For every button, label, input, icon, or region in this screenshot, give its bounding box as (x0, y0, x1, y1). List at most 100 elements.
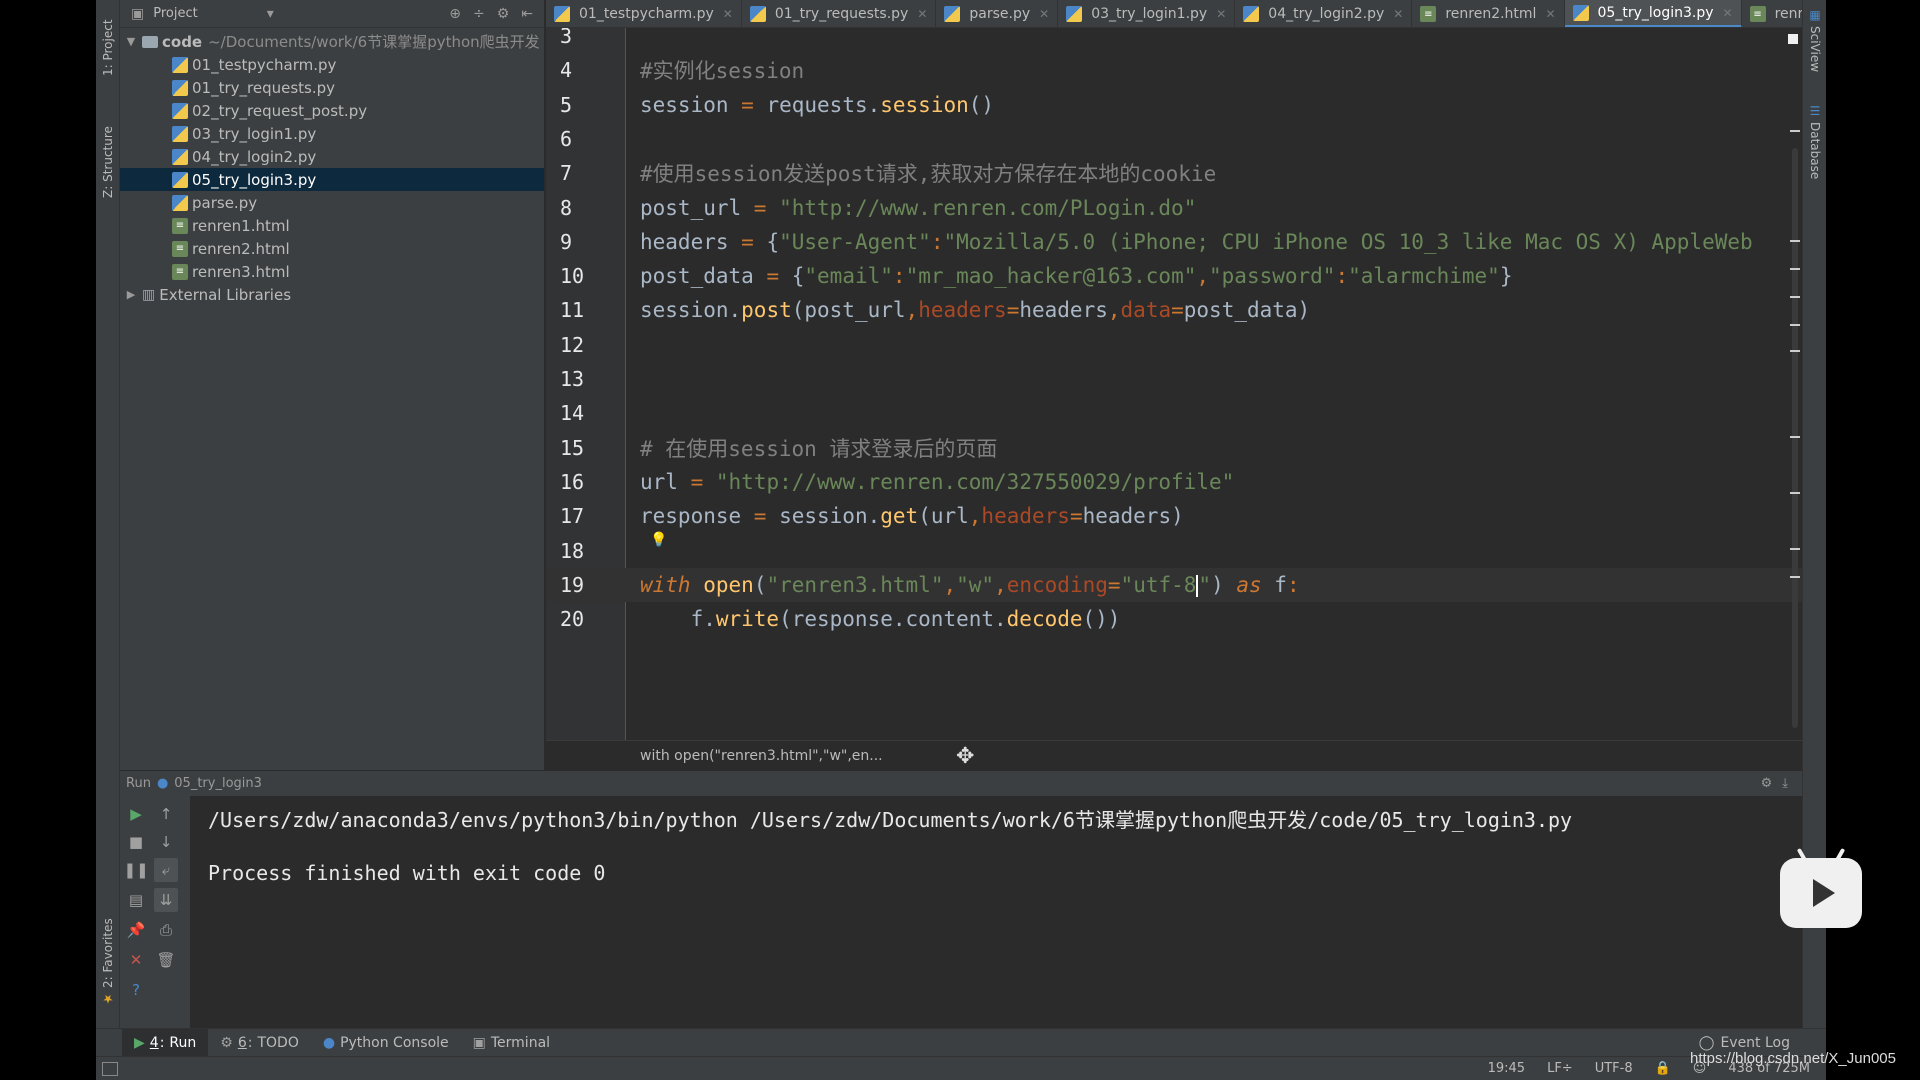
tree-external-libraries[interactable]: ▶ ▥ External Libraries (120, 283, 544, 306)
code-line[interactable]: 12 (546, 328, 1802, 362)
editor-tab[interactable]: 01_testpycharm.py ✕ (546, 0, 742, 27)
hide-icon[interactable]: ⇤ (518, 6, 536, 22)
tree-file-item[interactable]: ≡ renren1.html (120, 214, 544, 237)
bottom-tab-todo[interactable]: ⚙ 6: TODO (208, 1029, 311, 1057)
code-line[interactable]: 19 with open("renren3.html","w",encoding=… (546, 567, 1802, 602)
close-icon[interactable]: ✕ (1039, 7, 1049, 21)
code-line[interactable]: 16 url = "http://www.renren.com/327550029… (546, 465, 1802, 499)
tree-file-item[interactable]: 03_try_login1.py (120, 122, 544, 145)
sciview-tool-tab[interactable]: ▦ SciView (1805, 8, 1825, 88)
code-line[interactable]: 6 (546, 122, 1802, 156)
code-line[interactable]: 8 post_url = "http://www.renren.com/PLogi… (546, 191, 1802, 225)
help-icon[interactable]: ? (124, 978, 148, 1002)
editor-tab[interactable]: 05_try_login3.py ✕ (1564, 0, 1742, 27)
stripe-mark[interactable] (1790, 324, 1800, 326)
stripe-mark[interactable] (1790, 492, 1800, 494)
stripe-mark[interactable] (1790, 350, 1800, 352)
project-tool-tab[interactable]: 1: Project (98, 8, 118, 88)
close-icon[interactable]: ✕ (124, 948, 148, 972)
tree-file-item[interactable]: 01_testpycharm.py (120, 53, 544, 76)
editor-tab[interactable]: ≡renren3.html✕ (1742, 0, 1802, 27)
close-icon[interactable]: ✕ (1723, 6, 1733, 20)
soft-wrap-icon[interactable]: ⤶ (154, 858, 178, 882)
stripe-mark[interactable] (1790, 130, 1800, 132)
line-separator[interactable]: LF÷ (1547, 1061, 1573, 1076)
close-icon[interactable]: ✕ (1216, 7, 1226, 21)
gear-icon[interactable]: ⚙ (1761, 776, 1773, 791)
bottom-tab-run[interactable]: ▶ 4: Run (122, 1028, 209, 1057)
pin-icon[interactable]: 📌 (124, 918, 148, 942)
editor-tab[interactable]: 03_try_login1.py ✕ (1058, 0, 1236, 27)
collapse-icon[interactable]: ÷ (470, 6, 488, 22)
code-line[interactable]: 3 (546, 28, 1802, 53)
tree-file-item[interactable]: ≡ renren2.html (120, 237, 544, 260)
editor-tab[interactable]: parse.py ✕ (936, 0, 1059, 27)
tree-file-item[interactable]: 02_try_request_post.py (120, 99, 544, 122)
favorites-tool-tab[interactable]: ★ 2: Favorites (98, 910, 118, 1014)
tool-windows-toggle-icon[interactable] (102, 1061, 118, 1076)
code-line[interactable]: 18 (546, 534, 1802, 568)
tree-file-item[interactable]: 05_try_login3.py (120, 168, 544, 191)
stripe-mark[interactable] (1790, 268, 1800, 270)
stripe-mark[interactable] (1790, 548, 1800, 550)
hide-panel-icon[interactable]: ⤓ (1782, 776, 1788, 791)
code-line[interactable]: 11 session.post(post_url,headers=headers,… (546, 293, 1802, 327)
editor-tab[interactable]: ≡ renren2.html ✕ (1412, 0, 1565, 27)
code-line[interactable]: 7 #使用session发送post请求,获取对方保存在本地的cookie (546, 156, 1802, 190)
code-line[interactable]: 5 session = requests.session() (546, 88, 1802, 122)
trash-icon[interactable]: 🗑 (154, 948, 178, 972)
code-line[interactable]: 17 response = session.get(url,headers=hea… (546, 499, 1802, 533)
expand-arrow-icon[interactable]: ▼ (124, 35, 138, 48)
editor-breadcrumb[interactable]: with open("renren3.html","w",en... ✥ (546, 740, 1802, 770)
tree-file-item[interactable]: 01_try_requests.py (120, 76, 544, 99)
file-encoding[interactable]: UTF-8 (1595, 1061, 1633, 1076)
caret-position[interactable]: 19:45 (1488, 1061, 1525, 1076)
bottom-tab-terminal[interactable]: ▣ Terminal (461, 1029, 562, 1057)
inspection-status-icon[interactable] (1788, 34, 1798, 44)
code-line[interactable]: 20 f.write(response.content.decode()) (546, 602, 1802, 636)
layout-icon[interactable]: ▤ (124, 888, 148, 912)
code-line[interactable]: 10 post_data = {"email":"mr_mao_hacker@16… (546, 259, 1802, 293)
stop-icon[interactable]: ■ (124, 830, 148, 854)
gear-icon[interactable]: ⚙ (494, 6, 513, 22)
tree-file-item[interactable]: parse.py (120, 191, 544, 214)
breadcrumb-text[interactable]: with open("renren3.html","w",en... (640, 748, 883, 764)
lock-icon[interactable]: 🔒 (1655, 1061, 1671, 1076)
stripe-mark[interactable] (1790, 240, 1800, 242)
rerun-icon[interactable]: ▶ (124, 802, 148, 826)
pause-icon[interactable]: ❚❚ (123, 858, 148, 882)
stripe-mark[interactable] (1790, 296, 1800, 298)
code-line[interactable]: 4 #实例化session (546, 53, 1802, 87)
project-panel-title[interactable]: Project (153, 6, 197, 21)
print-icon[interactable]: ⎙ (154, 918, 178, 942)
stripe-mark[interactable] (1790, 576, 1800, 578)
expand-arrow-icon[interactable]: ▶ (124, 288, 138, 301)
event-log-tab[interactable]: ◯ Event Log (1699, 1035, 1826, 1051)
run-console-output[interactable]: /Users/zdw/anaconda3/envs/python3/bin/py… (208, 796, 1788, 1028)
structure-tool-tab[interactable]: Z: Structure (98, 112, 118, 212)
editor-tab[interactable]: 04_try_login2.py ✕ (1235, 0, 1413, 27)
scroll-to-end-icon[interactable]: ⇊ (154, 888, 178, 912)
chevron-down-icon[interactable]: ▾ (264, 6, 277, 22)
arrow-up-icon[interactable]: ↑ (154, 802, 178, 826)
code-line[interactable]: 13 (546, 362, 1802, 396)
database-tool-tab[interactable]: ☰ Database (1805, 104, 1825, 194)
close-icon[interactable]: ✕ (1393, 7, 1403, 21)
code-line[interactable]: 15 # 在使用session 请求登录后的页面 (546, 431, 1802, 465)
code-line[interactable]: 14 (546, 396, 1802, 430)
code-line[interactable]: 9 headers = {"User-Agent":"Mozilla/5.0 (i… (546, 225, 1802, 259)
close-icon[interactable]: ✕ (1545, 7, 1555, 21)
bottom-tab-python-console[interactable]: ● Python Console (311, 1029, 461, 1057)
lightbulb-icon[interactable]: 💡 (650, 532, 667, 548)
run-config-name[interactable]: 05_try_login3 (174, 776, 262, 791)
arrow-down-icon[interactable]: ↓ (154, 830, 178, 854)
locate-icon[interactable]: ⊕ (446, 6, 464, 22)
code-editor[interactable]: 3 4 #实例化session 5 session = requests.session… (546, 28, 1802, 740)
tree-file-item[interactable]: 04_try_login2.py (120, 145, 544, 168)
stripe-mark[interactable] (1790, 436, 1800, 438)
tree-root-code[interactable]: ▼ code ~/Documents/work/6节课掌握python爬虫开发 (120, 30, 544, 53)
editor-tab[interactable]: 01_try_requests.py ✕ (742, 0, 937, 27)
close-icon[interactable]: ✕ (917, 7, 927, 21)
tree-file-item[interactable]: ≡ renren3.html (120, 260, 544, 283)
close-icon[interactable]: ✕ (723, 7, 733, 21)
